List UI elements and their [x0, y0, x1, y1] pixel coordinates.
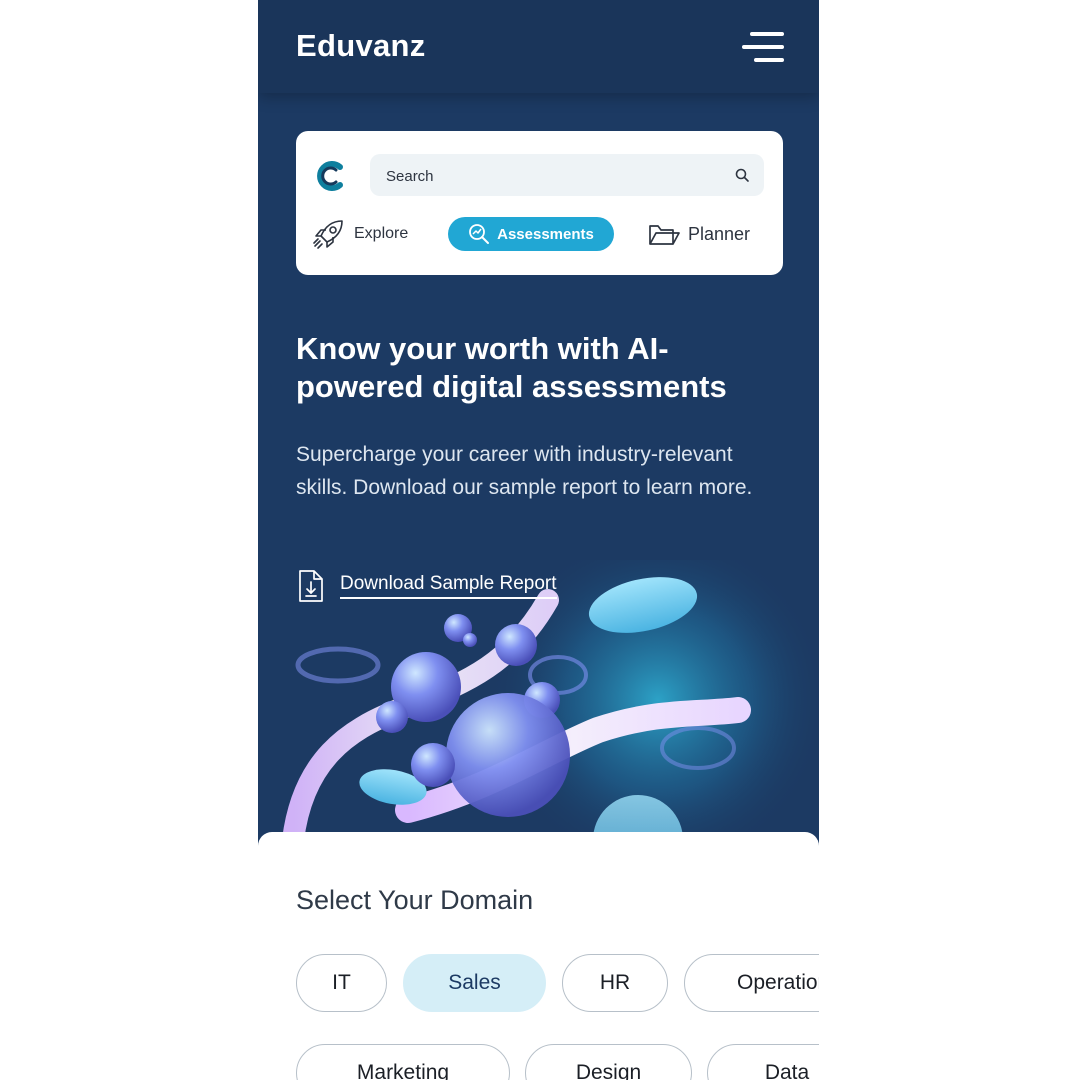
search-box[interactable] — [370, 154, 764, 198]
rocket-icon — [313, 220, 343, 249]
nav-planner[interactable]: Planner — [648, 215, 750, 253]
download-sample-report-label: Download Sample Report — [340, 573, 557, 599]
search-input[interactable] — [384, 154, 718, 198]
menu-icon[interactable] — [742, 30, 784, 64]
domain-chip-sales[interactable]: Sales — [403, 954, 546, 1012]
brand-name[interactable]: Eduvanz — [296, 28, 426, 64]
domain-chip-marketing[interactable]: Marketing — [296, 1044, 510, 1080]
domain-chip-it[interactable]: IT — [296, 954, 387, 1012]
search-icon[interactable] — [734, 167, 750, 183]
nav-explore[interactable]: Explore — [312, 215, 408, 253]
domain-sheet: Select Your Domain IT Sales HR Operation… — [258, 832, 819, 1080]
search-nav-card: Explore Assessments Planner — [296, 131, 783, 275]
domain-chip-design[interactable]: Design — [525, 1044, 692, 1080]
domain-chip-operations[interactable]: Operations — [684, 954, 819, 1012]
download-sample-report-link[interactable]: Download Sample Report — [296, 568, 557, 604]
hero-illustration — [282, 560, 819, 860]
domain-title: Select Your Domain — [296, 885, 534, 915]
nav-assessments-label: Assessments — [497, 225, 594, 243]
nav-planner-label: Planner — [688, 223, 751, 244]
domain-chip-hr[interactable]: HR — [562, 954, 668, 1012]
nav-assessments[interactable]: Assessments — [448, 217, 614, 251]
top-bar: Eduvanz — [258, 0, 819, 93]
domain-chip-data[interactable]: Data — [707, 1044, 819, 1080]
mobile-page: Eduvanz Explore — [258, 0, 819, 1080]
brand-logo-icon[interactable] — [312, 157, 350, 195]
nav-explore-label: Explore — [354, 225, 409, 242]
hero-headline: Know your worth with AI-powered digital … — [296, 331, 727, 404]
folder-icon — [649, 225, 680, 245]
analytics-icon — [469, 224, 490, 244]
download-file-icon — [299, 570, 323, 602]
hero-subtext: Supercharge your career with industry-re… — [296, 443, 753, 499]
